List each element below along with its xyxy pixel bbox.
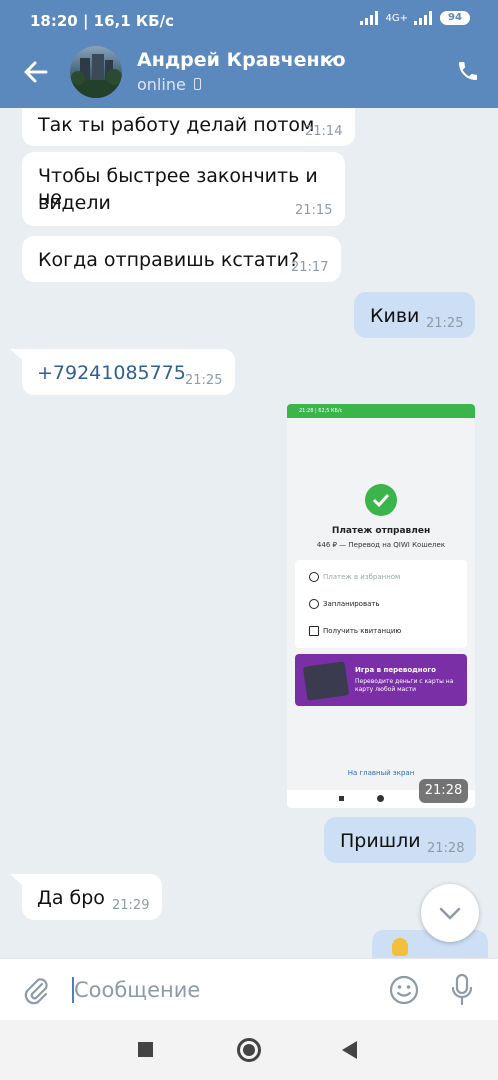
- favorite-icon: [309, 572, 319, 582]
- chat-header: 18:20 | 16,1 КБ/с 4G+ 94 Андрей Кравченк…: [0, 0, 498, 108]
- recent-apps-button[interactable]: [138, 1042, 153, 1057]
- action-schedule: Запланировать: [323, 600, 380, 608]
- promo-title: Игра в переводного: [355, 666, 436, 674]
- message-outgoing[interactable]: Киви 21:25: [354, 292, 475, 338]
- message-time: 21:14: [305, 124, 343, 139]
- back-button[interactable]: [342, 1041, 357, 1059]
- cards-illustration: [302, 661, 350, 701]
- emoji-sticker: [392, 938, 408, 956]
- microphone-icon[interactable]: [450, 973, 474, 1007]
- message-text: Так ты работу делай потом: [38, 114, 315, 136]
- image-time: 21:28: [419, 779, 468, 803]
- network-label: 4G+: [385, 12, 409, 24]
- chevron-down-icon[interactable]: [322, 56, 336, 66]
- system-navbar: [0, 1020, 498, 1080]
- back-arrow-icon[interactable]: [22, 58, 50, 86]
- signal-icon-2: [414, 11, 434, 25]
- message-time: 21:15: [295, 203, 333, 218]
- payment-subtitle: 446 ₽ — Перевод на QIWI Кошелек: [316, 541, 446, 549]
- status-indicators: 4G+ 94: [359, 11, 470, 25]
- signal-icon: [359, 11, 380, 25]
- message-time: 21:29: [112, 898, 150, 913]
- screenshot-status: 21:28 | 62,5 КБ/с: [287, 404, 475, 418]
- message-time: 21:25: [185, 373, 223, 388]
- message-text: Да бро: [37, 887, 105, 909]
- message-composer: [0, 958, 498, 1020]
- message-incoming[interactable]: Так ты работу делай потом 21:14: [22, 108, 355, 146]
- presence-status: online: [137, 75, 186, 94]
- message-incoming[interactable]: Чтобы быстрее закончить и не видели 21:1…: [22, 152, 345, 226]
- promo-text: Переводите деньги с карты на карту любой…: [355, 678, 454, 693]
- message-time: 21:28: [427, 841, 465, 856]
- chevron-down-icon: [439, 907, 461, 920]
- action-receipt: Получить квитанцию: [323, 627, 402, 635]
- message-time: 21:25: [426, 316, 464, 331]
- image-attachment[interactable]: 21:28 | 62,5 КБ/с Платеж отправлен 446 ₽…: [287, 404, 475, 808]
- status-time: 18:20 | 16,1 КБ/с: [30, 12, 174, 30]
- scroll-down-button[interactable]: [421, 884, 479, 942]
- contact-name[interactable]: Андрей Кравченко: [137, 49, 346, 71]
- emoji-icon[interactable]: [389, 975, 419, 1005]
- call-icon[interactable]: [456, 59, 480, 83]
- message-text: Киви: [370, 305, 420, 327]
- message-incoming[interactable]: +79241085775 21:25: [22, 349, 235, 395]
- message-incoming[interactable]: Когда отправишь кстати? 21:17: [22, 236, 341, 282]
- phone-device-icon: [194, 78, 201, 90]
- screenshot-nav-home: [377, 795, 384, 802]
- success-check-icon: [365, 484, 397, 516]
- payment-title: Платеж отправлен: [331, 526, 431, 536]
- action-favorite: Платеж в избранном: [323, 573, 401, 581]
- message-incoming[interactable]: Да бро 21:29: [22, 874, 162, 920]
- screenshot-nav-square: [339, 796, 344, 801]
- phone-number-link[interactable]: +79241085775: [37, 362, 186, 384]
- message-text: Когда отправишь кстати?: [38, 249, 300, 271]
- battery-icon: 94: [440, 11, 470, 25]
- message-input[interactable]: [74, 976, 364, 1004]
- clock-icon: [309, 599, 319, 609]
- home-button[interactable]: [237, 1038, 261, 1062]
- avatar-image: [70, 54, 122, 98]
- message-text-line2: видели: [38, 192, 111, 214]
- avatar[interactable]: [70, 46, 122, 98]
- attach-icon[interactable]: [22, 975, 50, 1005]
- action-card: Платеж в избранном Запланировать Получит…: [295, 560, 467, 648]
- home-link: На главный экран: [347, 769, 415, 777]
- message-time: 21:17: [291, 260, 329, 275]
- promo-banner: Игра в переводного Переводите деньги с к…: [295, 654, 467, 706]
- message-text: Пришли: [340, 830, 421, 852]
- message-outgoing[interactable]: Пришли 21:28: [324, 817, 476, 863]
- receipt-icon: [309, 626, 319, 636]
